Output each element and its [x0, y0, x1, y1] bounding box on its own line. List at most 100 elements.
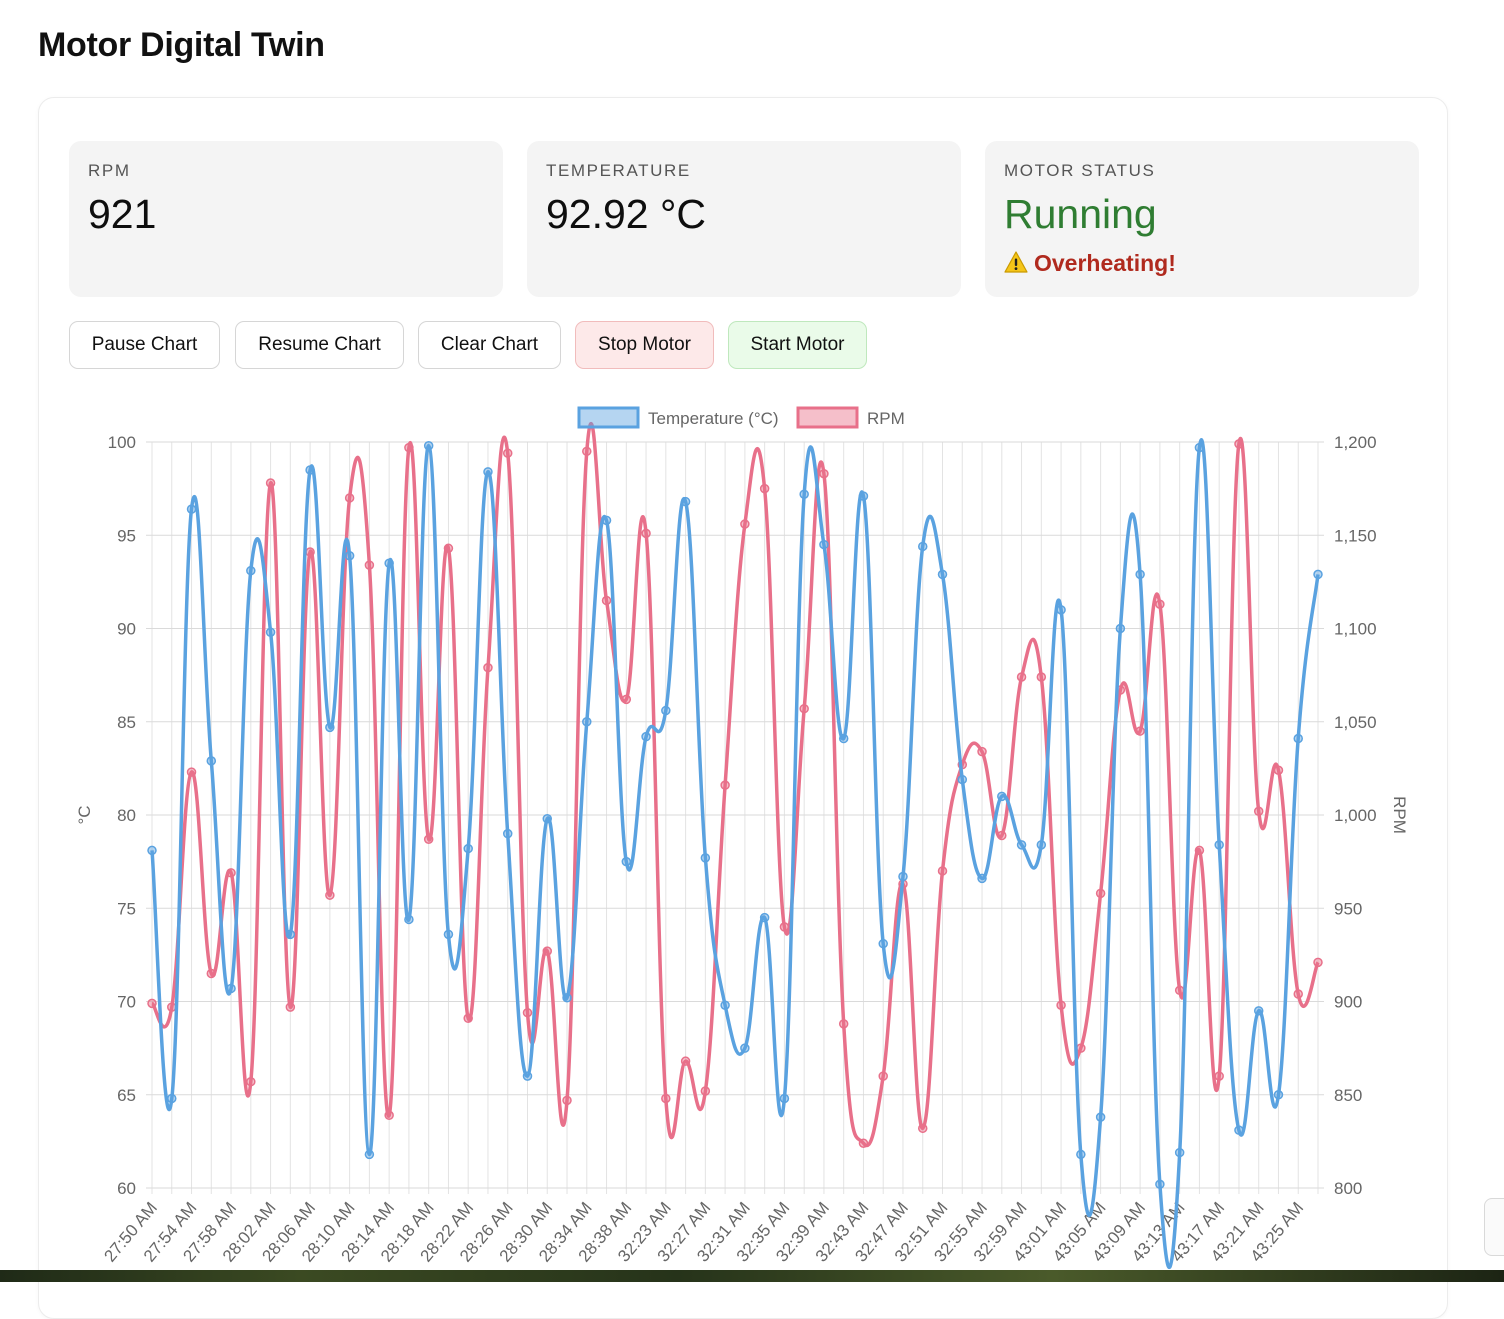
rpm-point — [1313, 957, 1323, 968]
temperature-point — [423, 440, 434, 451]
rpm-point — [562, 1095, 572, 1106]
temperature-point — [917, 541, 928, 552]
rpm-point — [1234, 439, 1244, 449]
rpm-point — [1253, 806, 1264, 817]
temperature-point — [226, 983, 236, 994]
rpm-point — [641, 528, 651, 539]
y-left-tick-label: 60 — [117, 1179, 136, 1198]
rpm-point — [819, 468, 829, 479]
rpm-point — [1273, 765, 1284, 775]
temperature-point — [384, 558, 394, 568]
temperature-point — [206, 756, 217, 766]
temperature-point — [858, 491, 869, 501]
rpm-point — [522, 1007, 533, 1018]
rpm-point — [621, 694, 632, 705]
rpm-point — [443, 543, 454, 554]
temperature-point — [700, 853, 711, 863]
rpm-point — [147, 998, 157, 1009]
rpm-point — [226, 868, 236, 878]
temperature-point — [779, 1093, 790, 1104]
temperature-point — [799, 489, 809, 499]
temperature-point — [265, 627, 276, 637]
y-right-tick-label: 1,050 — [1334, 713, 1377, 732]
y-right-tick-label: 900 — [1334, 993, 1362, 1012]
rpm-point — [740, 519, 750, 529]
rpm-point — [344, 493, 355, 503]
rpm-point — [1056, 1000, 1066, 1010]
temperature-point — [305, 465, 315, 475]
temperature-point — [1273, 1090, 1284, 1100]
temperature-point — [1095, 1112, 1106, 1122]
rpm-point — [1214, 1071, 1224, 1081]
rpm-point — [858, 1138, 869, 1148]
telemetry-chart: 100 95 90 85 80 75 70 65 60 1,200 1,150 1,100 1,050 1… — [75, 406, 1409, 1270]
rpm-point — [917, 1123, 928, 1134]
y-right-tick-label: 950 — [1334, 899, 1362, 918]
temperature-point — [1234, 1125, 1244, 1135]
rpm-point — [977, 746, 987, 757]
temperature-point — [977, 873, 987, 884]
temperature-point — [325, 722, 335, 733]
temperature-point — [1076, 1149, 1086, 1160]
rpm-point — [384, 1110, 394, 1121]
rpm-point — [186, 767, 197, 777]
rpm-point — [997, 830, 1007, 841]
rpm-point — [246, 1076, 256, 1087]
temperature-point — [680, 496, 691, 507]
temperature-point — [186, 504, 197, 514]
y-left-tick-label: 95 — [117, 526, 136, 545]
temperature-point — [344, 551, 355, 561]
rpm-point — [1293, 989, 1303, 999]
rpm-point — [502, 448, 513, 458]
y-right-tick-label: 1,000 — [1334, 806, 1377, 825]
rpm-point — [463, 1013, 473, 1024]
temperature-point — [167, 1093, 177, 1104]
rpm-point — [1016, 672, 1027, 682]
rpm-point — [1174, 985, 1185, 996]
legend-rpm-label: RPM — [867, 409, 905, 428]
rpm-point — [1095, 888, 1106, 899]
rpm-point — [1036, 672, 1047, 682]
temperature-point — [1194, 442, 1205, 453]
temperature-point — [641, 731, 651, 742]
rpm-point — [759, 483, 770, 494]
rpm-point — [582, 446, 592, 457]
rpm-point — [325, 890, 335, 900]
rpm-point — [542, 946, 553, 956]
rpm-point — [680, 1056, 691, 1066]
temperature-point — [502, 828, 513, 839]
y-right-axis-title: RPM — [1390, 796, 1409, 834]
temperature-point — [1313, 569, 1323, 580]
temperature-point — [819, 539, 829, 550]
temperature-point — [838, 733, 849, 744]
y-left-tick-label: 100 — [108, 433, 136, 452]
temperature-point — [1016, 840, 1027, 850]
series-rpm — [147, 422, 1323, 1148]
rpm-point — [404, 442, 414, 453]
temperature-point — [937, 569, 948, 580]
temperature-point — [463, 843, 473, 854]
chart-legend: Temperature (°C) RPM — [577, 406, 905, 429]
temperature-point — [1214, 840, 1224, 850]
rpm-point — [838, 1019, 849, 1029]
temperature-point — [740, 1043, 750, 1053]
legend-temperature-label: Temperature (°C) — [648, 409, 779, 428]
y-right-tick-label: 1,200 — [1334, 433, 1377, 452]
rpm-point — [206, 968, 217, 979]
temperature-point — [661, 705, 671, 716]
rpm-point — [265, 478, 276, 488]
y-right-tick-label: 800 — [1334, 1179, 1362, 1198]
temperature-point — [1036, 840, 1047, 850]
rpm-point — [1194, 845, 1205, 856]
temperature-point — [878, 938, 888, 949]
rpm-point — [483, 662, 493, 673]
y-left-axis-title: °C — [75, 805, 94, 824]
temperature-point — [522, 1071, 533, 1081]
y-left-tick-label: 70 — [117, 993, 136, 1012]
temperature-point — [443, 929, 454, 940]
temperature-point — [997, 791, 1007, 802]
rpm-point — [878, 1071, 888, 1081]
rpm-point — [364, 560, 375, 570]
rpm-point — [720, 780, 730, 790]
temperature-point — [1135, 569, 1145, 580]
